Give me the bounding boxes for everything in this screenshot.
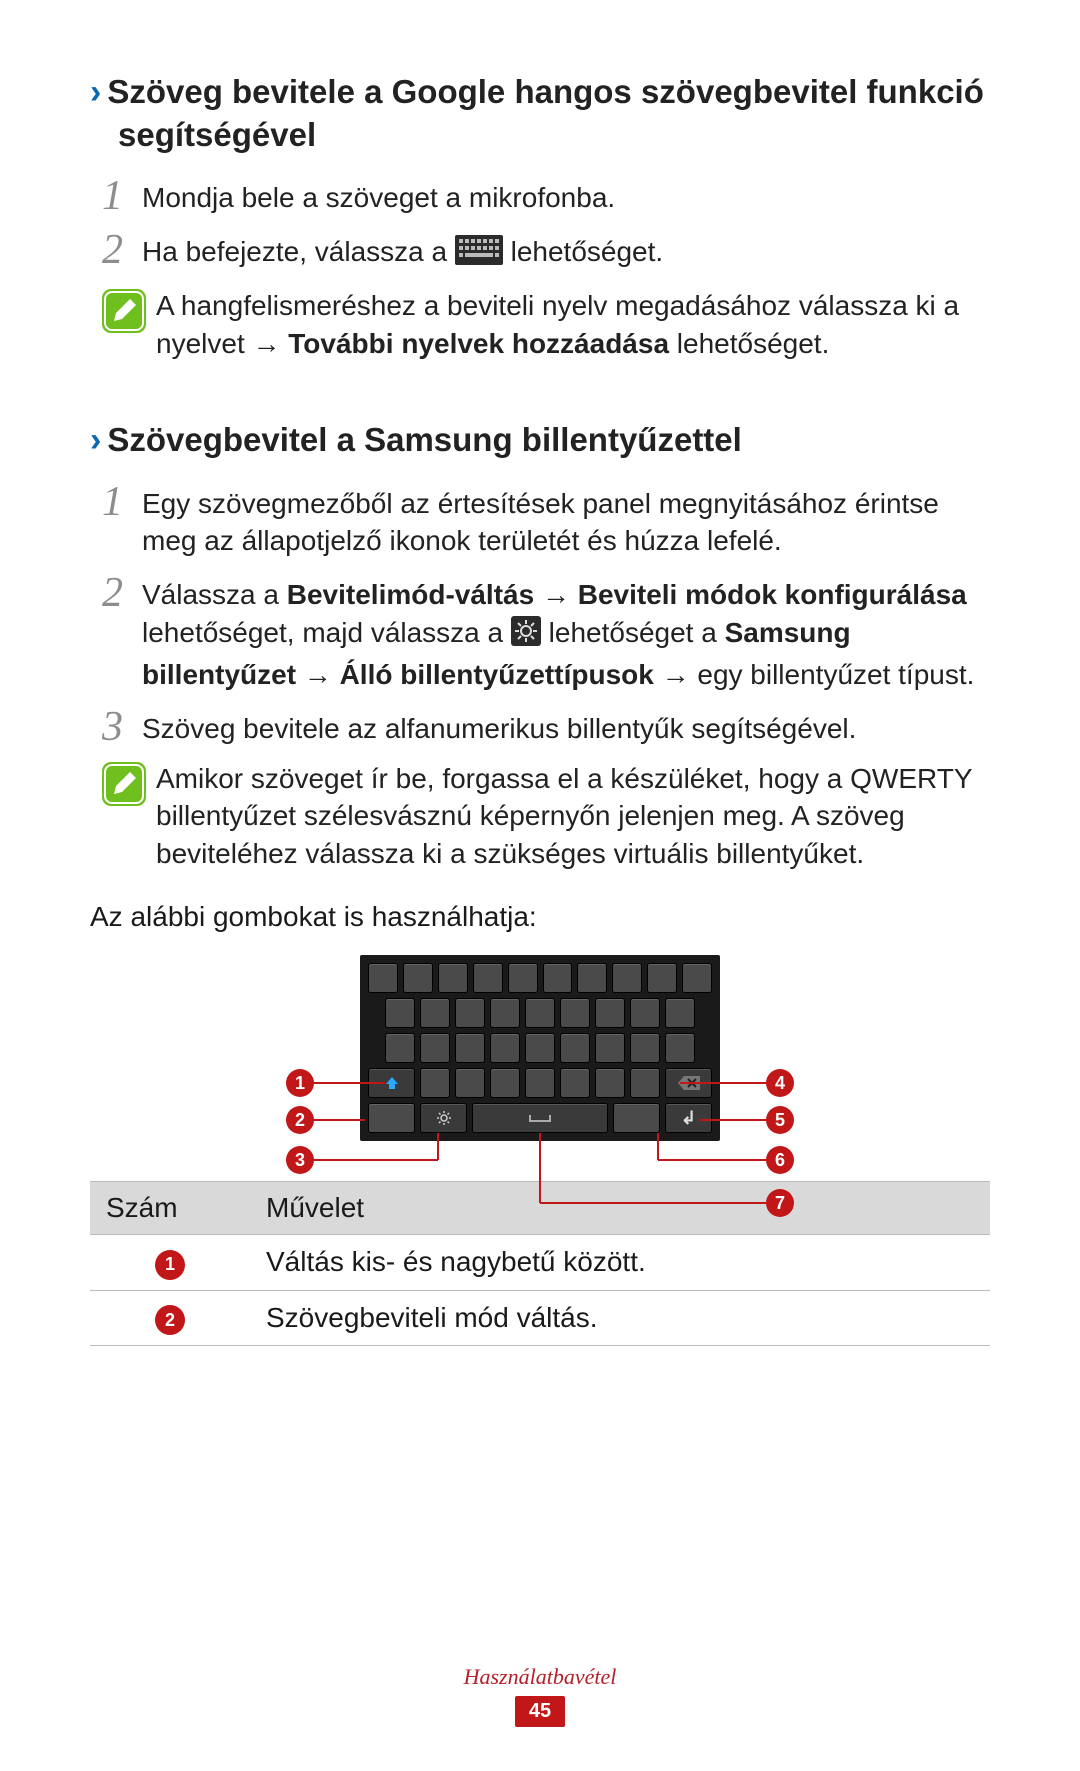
chevron-icon: ›	[90, 73, 101, 111]
t-c: →	[534, 579, 578, 610]
s2-tip: Amikor szöveget ír be, forgassa el a kés…	[102, 760, 990, 873]
tip-pencil-icon	[102, 762, 146, 806]
s2-step2: 2 Válassza a Bevitelimód-váltás → Bevite…	[90, 572, 990, 693]
gear-icon	[511, 616, 541, 656]
s1-step2: 2 Ha befejezte, válassza a lehetőséget.	[90, 229, 990, 275]
s1-step1-text: Mondja bele a szöveget a mikrofonba.	[142, 175, 615, 217]
s2-step2-text: Válassza a Bevitelimód-váltás → Beviteli…	[142, 572, 990, 693]
callout-7: 7	[766, 1189, 794, 1217]
page-footer: Használatbavétel 45	[0, 1664, 1080, 1727]
col-number-header: Szám	[90, 1182, 250, 1235]
keyboard-figure: ↲ 1 2 3 4 5 6 7	[240, 955, 840, 1141]
t-i: Álló billentyűzettípusok	[340, 659, 654, 690]
t-j: → egy billentyűzet típust.	[654, 659, 975, 690]
s1-tip-bold: További nyelvek hozzáadása	[288, 328, 669, 359]
step-number-2: 2	[102, 229, 142, 271]
s2-tip-text: Amikor szöveget ír be, forgassa el a kés…	[156, 760, 990, 873]
t-h: →	[296, 659, 340, 690]
s2-step3-text: Szöveg bevitele az alfanumerikus billent…	[142, 706, 856, 748]
t-e: lehetőséget, majd válassza a	[142, 617, 511, 648]
section1-heading: ›Szöveg bevitele a Google hangos szövegb…	[90, 70, 990, 157]
table-row: 2 Szövegbeviteli mód váltás.	[90, 1290, 990, 1346]
s2-step1-text: Egy szövegmezőből az értesítések panel m…	[142, 481, 990, 561]
step-number-1: 1	[102, 175, 142, 217]
t-f: lehetőséget a	[541, 617, 725, 648]
section2-heading: ›Szövegbevitel a Samsung billentyűzettel	[90, 418, 990, 462]
mid-text: Az alábbi gombokat is használhatja:	[90, 901, 990, 933]
s2-step1: 1 Egy szövegmezőből az értesítések panel…	[90, 481, 990, 561]
t-b: Bevitelimód-váltás	[287, 579, 534, 610]
page-number: 45	[515, 1696, 565, 1727]
s1-step2-a: Ha befejezte, válassza a	[142, 236, 455, 267]
callout-6: 6	[766, 1146, 794, 1174]
callout-3: 3	[286, 1146, 314, 1174]
t-a: Válassza a	[142, 579, 287, 610]
step-number-2: 2	[102, 572, 142, 614]
callout-1: 1	[286, 1069, 314, 1097]
row-text: Szövegbeviteli mód váltás.	[250, 1290, 990, 1346]
keyboard-icon	[455, 235, 503, 275]
section1-heading-text: Szöveg bevitele a Google hangos szövegbe…	[107, 73, 984, 153]
footer-section-label: Használatbavétel	[0, 1664, 1080, 1690]
step-number-1: 1	[102, 481, 142, 523]
table-row: 1 Váltás kis- és nagybetű között.	[90, 1235, 990, 1291]
row-text: Váltás kis- és nagybetű között.	[250, 1235, 990, 1291]
tip-pencil-icon	[102, 289, 146, 333]
row-number: 1	[155, 1250, 185, 1280]
s1-tip-text: A hangfelismeréshez a beviteli nyelv meg…	[156, 287, 990, 363]
s1-step2-b: lehetőséget.	[503, 236, 663, 267]
s1-step1: 1 Mondja bele a szöveget a mikrofonba.	[90, 175, 990, 217]
row-number: 2	[155, 1305, 185, 1335]
s2-step3: 3 Szöveg bevitele az alfanumerikus bille…	[90, 706, 990, 748]
s1-tip: A hangfelismeréshez a beviteli nyelv meg…	[102, 287, 990, 363]
section2-heading-text: Szövegbevitel a Samsung billentyűzettel	[107, 421, 742, 458]
step-number-3: 3	[102, 706, 142, 748]
s1-step2-text: Ha befejezte, válassza a lehetőséget.	[142, 229, 663, 275]
chevron-icon: ›	[90, 421, 101, 459]
callout-2: 2	[286, 1106, 314, 1134]
t-d: Beviteli módok konfigurálása	[578, 579, 967, 610]
s1-tip-b: lehetőséget.	[669, 328, 829, 359]
callout-5: 5	[766, 1106, 794, 1134]
callout-4: 4	[766, 1069, 794, 1097]
